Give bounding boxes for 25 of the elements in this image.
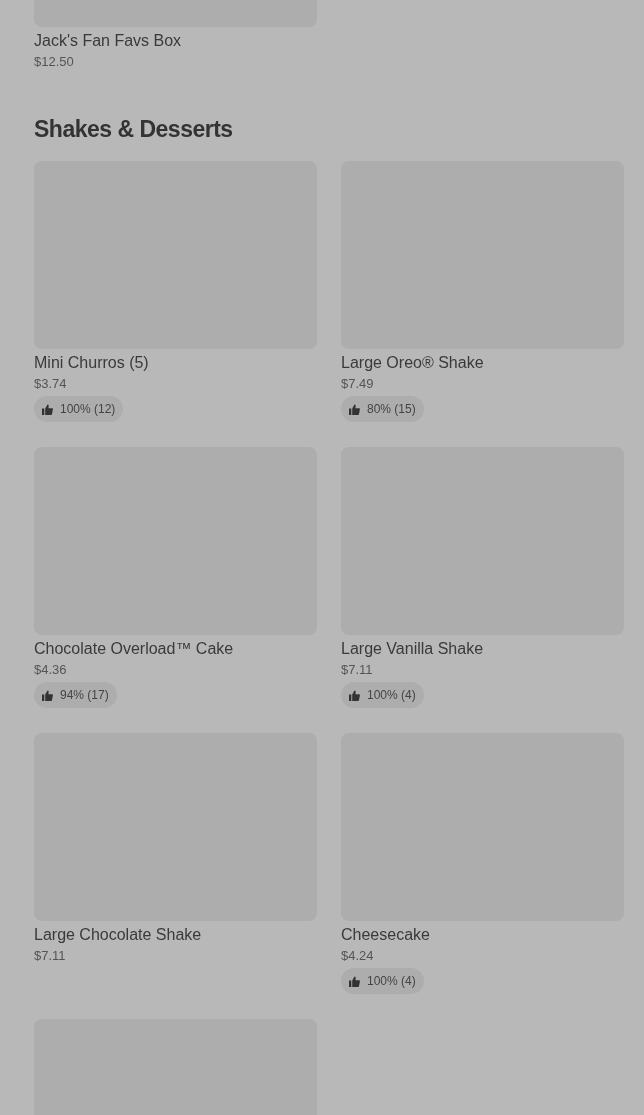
item-name: Large Chocolate Shake	[34, 925, 203, 945]
item-name: Chocolate Overload™ Cake	[34, 639, 235, 659]
item-price: $7.49	[341, 375, 375, 392]
item-price: $12.50	[34, 54, 75, 70]
item-name: Large Vanilla Shake	[341, 639, 485, 659]
rating-badge: 80% (15)	[341, 396, 424, 422]
item-price: $7.11	[34, 947, 67, 964]
item-name: Mini Churros (5)	[34, 353, 150, 373]
thumbs-up-icon	[42, 403, 53, 415]
section-heading: Shakes & Desserts	[34, 115, 234, 144]
item-name: Jack's Fan Favs Box	[34, 31, 183, 51]
rating-badge: 100% (4)	[341, 682, 424, 708]
rating-badge: 100% (12)	[34, 396, 124, 422]
item-price: $4.24	[341, 947, 375, 964]
thumbs-up-icon	[349, 689, 360, 701]
item-name: Large Oreo® Shake	[341, 353, 485, 373]
thumbs-up-icon	[349, 975, 360, 987]
rating-badge: 100% (4)	[341, 968, 424, 994]
rating-badge: 94% (17)	[34, 682, 117, 708]
item-name: Cheesecake	[341, 925, 431, 945]
item-price: $4.36	[34, 661, 68, 678]
item-price: $3.74	[34, 375, 68, 392]
thumbs-up-icon	[349, 403, 360, 415]
item-price: $7.11	[341, 661, 374, 678]
thumbs-up-icon	[42, 689, 53, 701]
